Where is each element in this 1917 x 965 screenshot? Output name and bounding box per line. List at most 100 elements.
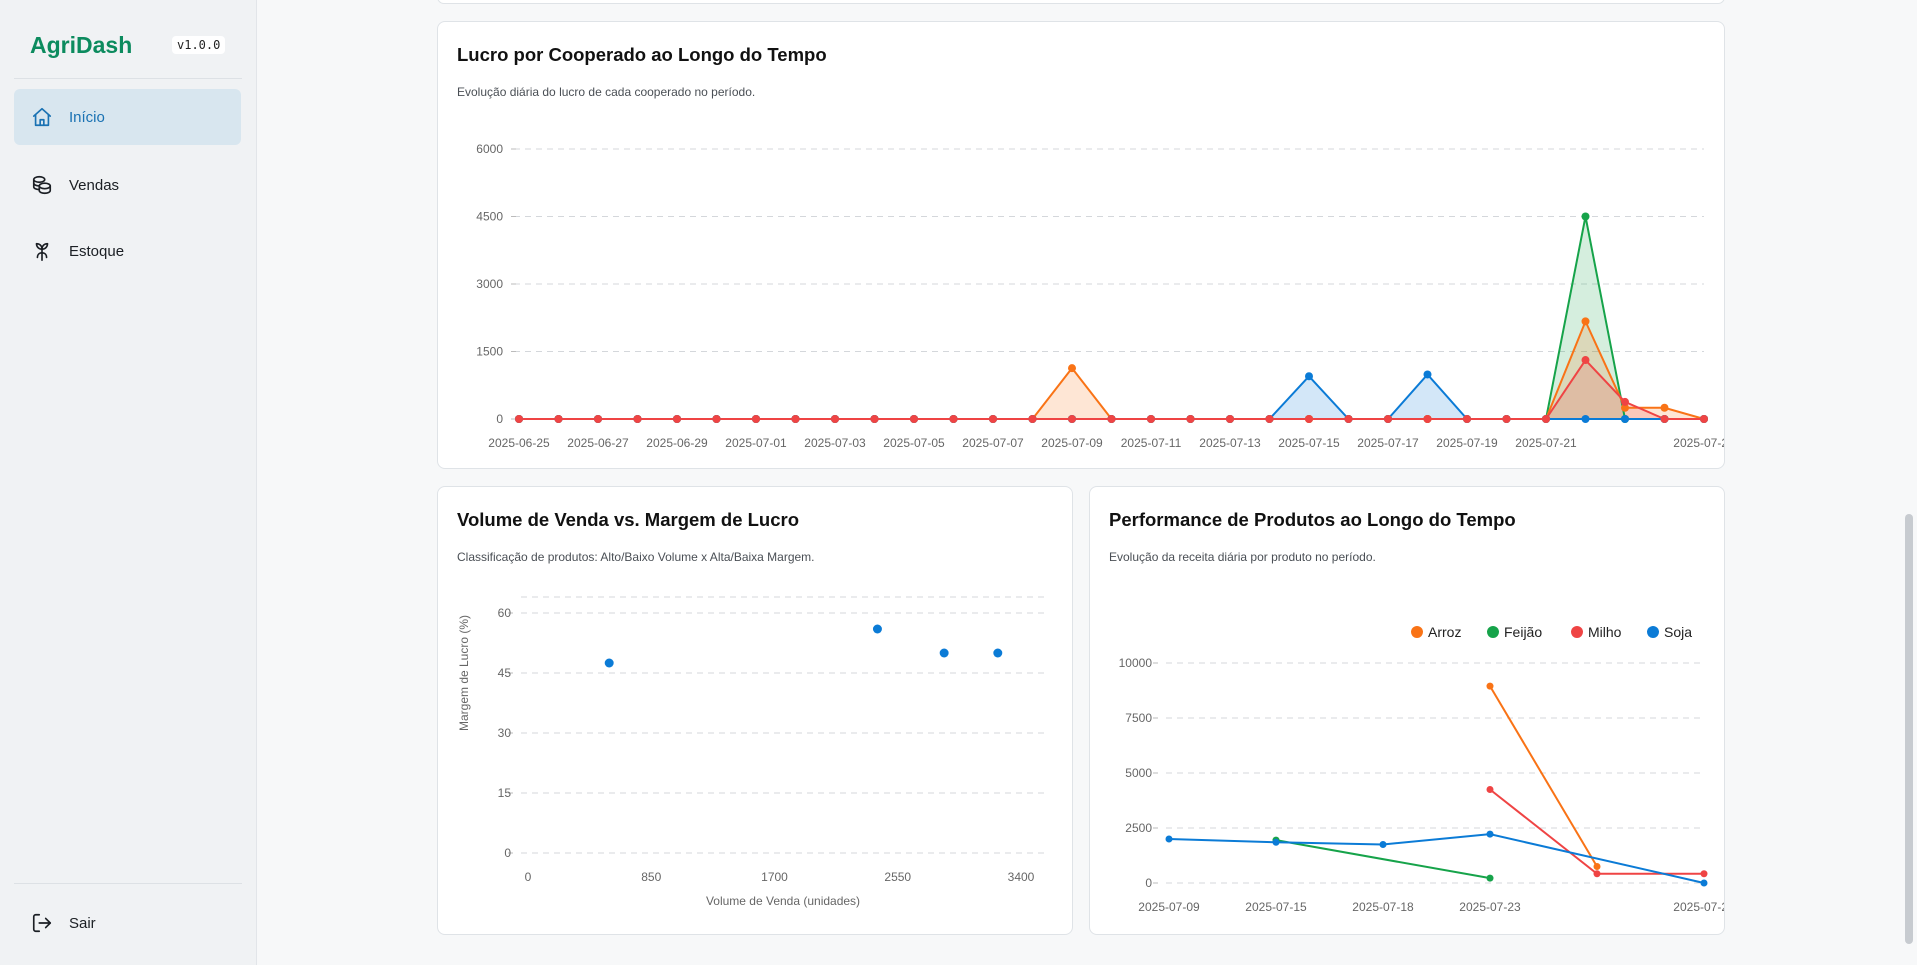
data-point: [1542, 415, 1550, 423]
x-tick-label: 2025-07-01: [725, 436, 787, 450]
sidebar-item-vendas[interactable]: Vendas: [14, 157, 241, 213]
data-point: [1226, 415, 1234, 423]
series-line: [1168, 833, 1705, 884]
data-point: [1621, 415, 1629, 423]
data-point: [1486, 830, 1494, 838]
series-line: [519, 358, 1704, 420]
sidebar-item-label: Estoque: [69, 242, 125, 260]
x-axis-label: Volume de Venda (unidades): [706, 894, 860, 908]
x-tick-label: 2025-07-25: [1673, 900, 1724, 914]
y-tick-label: 0: [504, 846, 511, 860]
y-tick-label: 5000: [1125, 766, 1152, 780]
data-point: [1028, 415, 1037, 423]
data-point: [1486, 874, 1494, 882]
x-tick-label: 2025-06-27: [567, 436, 629, 450]
x-tick-label: 2025-07-15: [1245, 900, 1307, 914]
data-point: [1265, 415, 1274, 423]
data-point: [712, 415, 721, 423]
data-point: [1581, 317, 1590, 326]
data-point: [1107, 415, 1116, 423]
sidebar-item-label: Início: [69, 108, 105, 126]
data-point: [1486, 786, 1494, 793]
performance-line-chart: 0 2500 5000 7500 10000 2025-07-09 2025-07-15 20…: [1119, 624, 1724, 914]
x-tick-label: 2025-07-17: [1357, 436, 1419, 450]
x-tick-label: 2025-06-25: [488, 436, 550, 450]
data-point: [1423, 370, 1432, 379]
x-tick-label: 2025-07-23: [1459, 900, 1521, 914]
y-tick-label: 0: [1145, 876, 1152, 890]
data-point: [1305, 372, 1313, 381]
lucro-area-chart: 0 1500 3000 4500 6000 2025-06-25 2025-06-27 202…: [476, 142, 1724, 450]
series-line: [519, 318, 1705, 420]
sidebar-divider: [14, 78, 242, 79]
version-badge: v1.0.0: [172, 36, 226, 54]
data-point: [633, 415, 642, 423]
brand-logo[interactable]: AgriDash: [30, 32, 132, 59]
series-area: [519, 321, 1704, 419]
lucro-card: Lucro por Cooperado ao Longo do Tempo Ev…: [437, 21, 1725, 469]
data-point: [1660, 403, 1669, 412]
data-point: [594, 415, 602, 423]
coins-icon: [31, 174, 53, 196]
sidebar-item-label: Vendas: [69, 176, 120, 194]
legend-marker: [1411, 626, 1423, 638]
data-point: [870, 415, 879, 423]
data-point: [1384, 415, 1392, 423]
x-tick-label: 3400: [1008, 870, 1035, 884]
series-line: [1489, 685, 1598, 868]
x-tick-label: 2025-07-13: [1199, 436, 1261, 450]
x-tick-label: 2025-07-09: [1138, 900, 1200, 914]
sidebar-item-estoque[interactable]: Estoque: [14, 223, 241, 279]
y-tick-label: 3000: [476, 277, 503, 291]
scatter-point: [872, 624, 882, 634]
x-tick-label: 2025-07-09: [1041, 436, 1103, 450]
data-point: [515, 415, 523, 423]
x-tick-label: 2025-07-05: [883, 436, 945, 450]
logout-icon: [31, 912, 53, 934]
data-point: [1660, 415, 1669, 423]
legend-label: Soja: [1664, 624, 1692, 640]
data-point: [1463, 415, 1471, 423]
y-tick-label: 10000: [1119, 656, 1153, 670]
data-point: [1502, 415, 1511, 423]
x-tick-label: 2025-07-18: [1352, 900, 1414, 914]
volume-card: Volume de Venda vs. Margem de Lucro Clas…: [437, 486, 1073, 935]
series-area: [519, 216, 1704, 419]
x-tick-label: 850: [641, 870, 661, 884]
data-point: [1581, 415, 1590, 423]
series-line: [519, 216, 1704, 420]
sidebar-divider: [14, 883, 242, 884]
y-tick-label: 0: [496, 412, 503, 426]
data-point: [1305, 415, 1313, 423]
sidebar-item-inicio[interactable]: Início: [14, 89, 241, 145]
data-point: [791, 415, 800, 423]
volume-scatter-chart: 0 15 30 45 60 0 850 1700 2550 3400 Volume de Venda…: [457, 596, 1045, 908]
data-point: [1700, 879, 1708, 887]
x-tick-label: 2025-07-21: [1515, 436, 1577, 450]
data-point: [989, 415, 997, 423]
data-point: [554, 415, 563, 423]
data-point: [949, 415, 958, 423]
data-point: [1423, 415, 1432, 423]
y-tick-label: 4500: [476, 210, 503, 224]
y-axis-label: Margem de Lucro (%): [457, 615, 471, 731]
legend-marker: [1647, 626, 1659, 638]
data-point: [1700, 415, 1708, 423]
x-tick-label: 1700: [761, 870, 788, 884]
data-point: [1379, 841, 1387, 848]
legend-marker: [1571, 626, 1583, 638]
sprout-icon: [31, 240, 53, 262]
y-tick-label: 15: [498, 786, 512, 800]
scrollbar[interactable]: [1905, 514, 1913, 944]
logout-button[interactable]: Sair: [14, 895, 241, 951]
data-point: [1068, 364, 1076, 373]
scatter-point: [993, 648, 1003, 658]
data-point: [831, 415, 839, 423]
series-area: [519, 360, 1704, 419]
series-line: [1489, 788, 1704, 875]
y-tick-label: 1500: [476, 345, 503, 359]
previous-card: [437, 0, 1725, 4]
x-tick-label: 2025-07-03: [804, 436, 866, 450]
data-point: [910, 415, 918, 423]
data-point: [1593, 870, 1601, 878]
